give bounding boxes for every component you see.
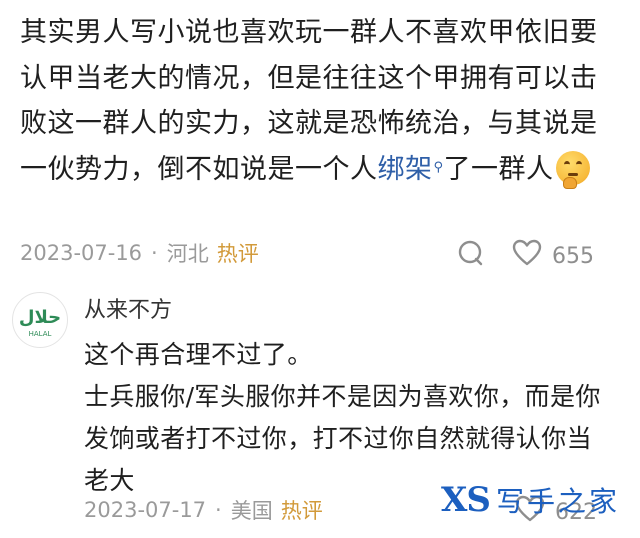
meta-separator: · [151,241,158,265]
comment-date: 2023-07-16 [20,241,143,265]
comment-meta: 2023-07-16 · 河北 热评 [20,238,259,268]
thinking-face-icon [555,150,590,189]
reply-icon[interactable] [456,238,486,274]
meta-separator: · [215,498,222,522]
reply-line: 这个再合理不过了。 [84,340,313,369]
avatar-logo-text: حلال [19,307,61,328]
reply-meta: 2023-07-17 · 美国 热评 [84,495,323,525]
keyword-label[interactable]: 绑架 [378,154,433,185]
watermark-logo: XS [441,480,491,520]
hot-comment-badge: 热评 [216,242,259,266]
avatar-logo-sub: HALAL [29,330,52,338]
reply-location: 美国 [230,499,273,523]
reply-date: 2023-07-17 [84,498,207,522]
like-count: 655 [552,243,594,269]
hot-comment-badge: 热评 [280,499,323,523]
search-icon[interactable]: ⚲ [434,160,444,175]
watermark: XS 写手之家 [441,480,620,520]
keyword-search-link[interactable]: 绑架⚲ [378,154,444,185]
avatar[interactable]: حلال HALAL [12,292,68,348]
like-heart-icon[interactable] [512,239,542,273]
comment-body: 其实男人写小说也喜欢玩一群人不喜欢甲依旧要认甲当老大的情况，但是往往这个甲拥有可… [20,10,620,192]
comment-actions: 655 [456,238,594,274]
reply-username[interactable]: 从来不方 [84,292,172,324]
watermark-name: 写手之家 [495,485,620,518]
comment-location: 河北 [166,242,209,266]
comment-text-end: 了一群人 [443,153,554,185]
reply-body: 这个再合理不过了。 士兵服你/军头服你并不是因为喜欢你，而是你发饷或者打不过你，… [84,334,604,502]
